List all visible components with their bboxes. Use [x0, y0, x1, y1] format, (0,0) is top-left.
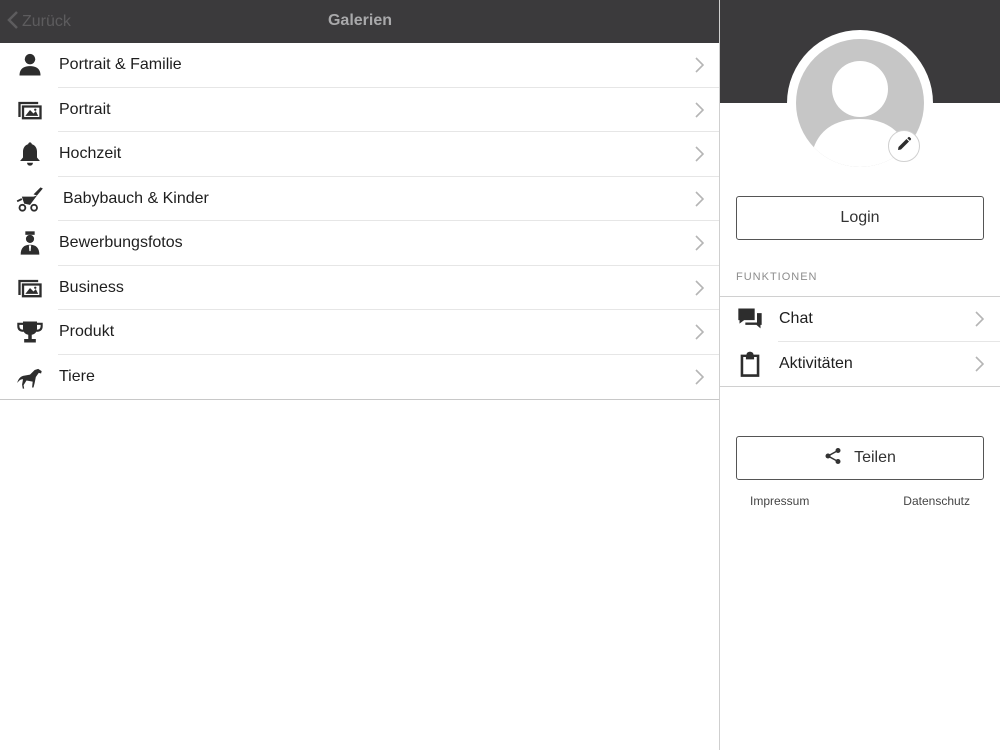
chevron-right-icon [694, 146, 705, 162]
chevron-right-icon [694, 57, 705, 73]
gallery-item-bewerbungsfotos[interactable]: Bewerbungsfotos [0, 221, 720, 266]
gallery-item-produkt[interactable]: Produkt [0, 310, 720, 355]
trophy-icon [15, 317, 45, 347]
gallery-item-babybauch-kinder[interactable]: Babybauch & Kinder [0, 177, 720, 222]
gallery-item-label: Bewerbungsfotos [59, 234, 183, 252]
chat-icon [735, 304, 765, 334]
horse-icon [15, 362, 45, 392]
gallery-item-label: Business [59, 278, 124, 296]
chevron-right-icon [694, 191, 705, 207]
gallery-item-hochzeit[interactable]: Hochzeit [0, 132, 720, 177]
gallery-item-label: Babybauch & Kinder [63, 189, 209, 207]
gallery-item-portrait-familie[interactable]: Portrait & Familie [0, 43, 720, 88]
gallery-item-label: Portrait & Familie [59, 56, 182, 74]
gallery-item-label: Hochzeit [59, 145, 122, 163]
images-icon [15, 273, 45, 303]
businessman-icon [15, 228, 45, 258]
person-icon [15, 50, 45, 80]
datenschutz-link[interactable]: Datenschutz [903, 494, 970, 508]
galleries-pane: Zurück Galerien Portrait & Familie Portr… [0, 0, 720, 750]
share-button[interactable]: Teilen [736, 436, 984, 480]
share-icon [824, 447, 854, 470]
chevron-right-icon [974, 311, 985, 327]
gallery-item-business[interactable]: Business [0, 266, 720, 311]
edit-avatar-button[interactable] [888, 130, 920, 162]
gallery-item-label: Tiere [59, 367, 95, 385]
gallery-item-label: Portrait [59, 100, 111, 118]
impressum-link[interactable]: Impressum [750, 494, 809, 508]
share-label: Teilen [854, 449, 896, 466]
function-item-label: Aktivitäten [779, 354, 853, 372]
stroller-icon [15, 184, 45, 214]
chevron-right-icon [694, 369, 705, 385]
chevron-right-icon [974, 356, 985, 372]
chevron-right-icon [694, 102, 705, 118]
page-title: Galerien [327, 12, 393, 29]
gallery-item-portrait[interactable]: Portrait [0, 88, 720, 133]
login-button[interactable]: Login [736, 196, 984, 240]
function-item-label: Chat [779, 310, 813, 328]
functions-list: Chat Aktivitäten [720, 296, 1000, 387]
gallery-list: Portrait & Familie Portrait Hochzeit Bab… [0, 43, 720, 400]
navbar: Zurück Galerien [0, 0, 720, 43]
gallery-item-label: Produkt [59, 323, 115, 341]
chevron-right-icon [694, 280, 705, 296]
chevron-right-icon [694, 324, 705, 340]
function-item-chat[interactable]: Chat [720, 297, 1000, 342]
section-title-funktionen: FUNKTIONEN [736, 271, 818, 283]
chevron-right-icon [694, 235, 705, 251]
bell-icon [15, 139, 45, 169]
gallery-item-tiere[interactable]: Tiere [0, 355, 720, 400]
pencil-icon [896, 136, 912, 157]
function-item-aktivitaeten[interactable]: Aktivitäten [720, 342, 1000, 387]
images-icon [15, 95, 45, 125]
clipboard-icon [735, 349, 765, 379]
profile-pane: Login FUNKTIONEN Chat Aktivitäten Teilen… [720, 0, 1000, 750]
